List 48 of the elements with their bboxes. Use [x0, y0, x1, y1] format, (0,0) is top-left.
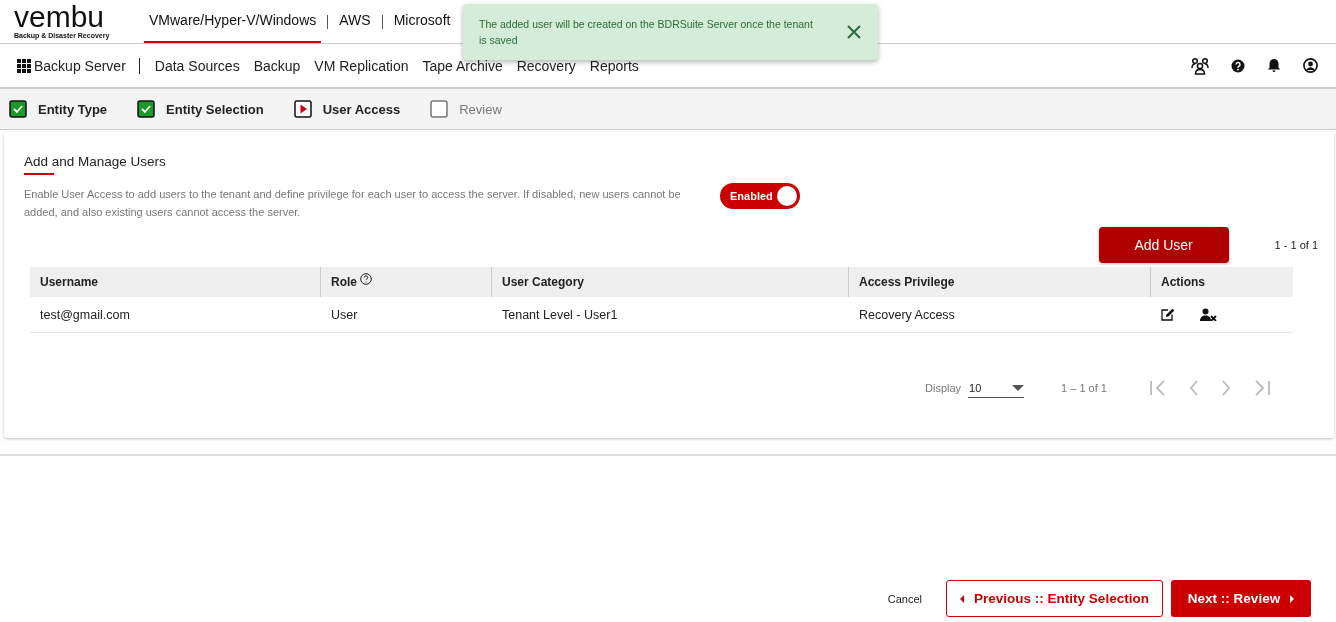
section-description: Enable User Access to add users to the tenant and define privilege for each user to access the server. If disabled, new users cannot be added, and also existing users cannot access the server. — [24, 187, 682, 220]
step-label[interactable]: Entity Selection — [166, 101, 264, 117]
platform-tab[interactable]: Microsoft — [388, 0, 456, 43]
page-range: 1 - 1 of 1 — [1274, 239, 1318, 251]
nav-menu-item[interactable]: Data Sources — [154, 57, 240, 74]
enabled-toggle[interactable]: Enabled — [720, 183, 800, 209]
users-icon[interactable] — [1191, 56, 1209, 75]
column-header: Actions — [1161, 275, 1205, 289]
dropdown-caret-icon — [1012, 385, 1025, 391]
close-icon[interactable] — [846, 24, 862, 40]
step-label[interactable]: User Access — [322, 101, 401, 117]
add-user-button[interactable]: Add User — [1098, 227, 1229, 263]
column-header: Role — [331, 275, 357, 289]
step-label[interactable]: Review — [459, 101, 502, 117]
platform-tab[interactable]: VMware/Hyper-V/Windows — [144, 0, 322, 43]
nav-menu-item[interactable]: Tape Archive — [422, 57, 503, 74]
platform-tab[interactable]: AWS — [334, 0, 376, 43]
help-circle-icon — [360, 273, 372, 285]
table-cell: test@gmail.com — [40, 307, 130, 322]
right-caret-icon — [1290, 594, 1295, 603]
column-header: Username — [40, 275, 99, 289]
logo-wordmark: vembu — [14, 4, 106, 30]
nav-menu-item[interactable]: Recovery — [516, 57, 576, 74]
edit-icon[interactable] — [1161, 308, 1175, 321]
toast-message: The added user will be created on the BDRSuite Server once the tenant is saved — [479, 17, 814, 48]
bell-icon[interactable] — [1267, 58, 1281, 73]
previous-button[interactable]: Previous :: Entity Selection — [946, 580, 1163, 617]
page-size-select[interactable]: 10 — [968, 378, 1025, 398]
grid-icon[interactable] — [17, 58, 31, 73]
column-header: Access Privilege — [859, 275, 955, 289]
step-label[interactable]: Entity Type — [38, 101, 108, 117]
remove-user-icon[interactable] — [1200, 308, 1217, 321]
nav-menu-item[interactable]: VM Replication — [314, 57, 409, 74]
next-button[interactable]: Next :: Review — [1171, 580, 1311, 617]
display-label: Display — [925, 382, 962, 394]
cancel-link[interactable]: Cancel — [887, 592, 922, 605]
product-menu[interactable]: Backup Server — [34, 57, 126, 74]
column-header: User Category — [502, 275, 585, 289]
user-account-icon[interactable] — [1303, 58, 1318, 73]
page-range: 1 – 1 of 1 — [1061, 382, 1107, 394]
section-title: Add and Manage Users — [20, 154, 166, 173]
table-cell: User — [331, 307, 358, 322]
table-cell: Recovery Access — [859, 307, 955, 322]
nav-menu-item[interactable]: Backup — [253, 57, 301, 74]
help-icon[interactable] — [1231, 58, 1245, 73]
table-cell: Tenant Level - User1 — [502, 307, 618, 322]
left-caret-icon — [960, 594, 965, 603]
nav-menu-item[interactable]: Reports — [589, 57, 639, 74]
